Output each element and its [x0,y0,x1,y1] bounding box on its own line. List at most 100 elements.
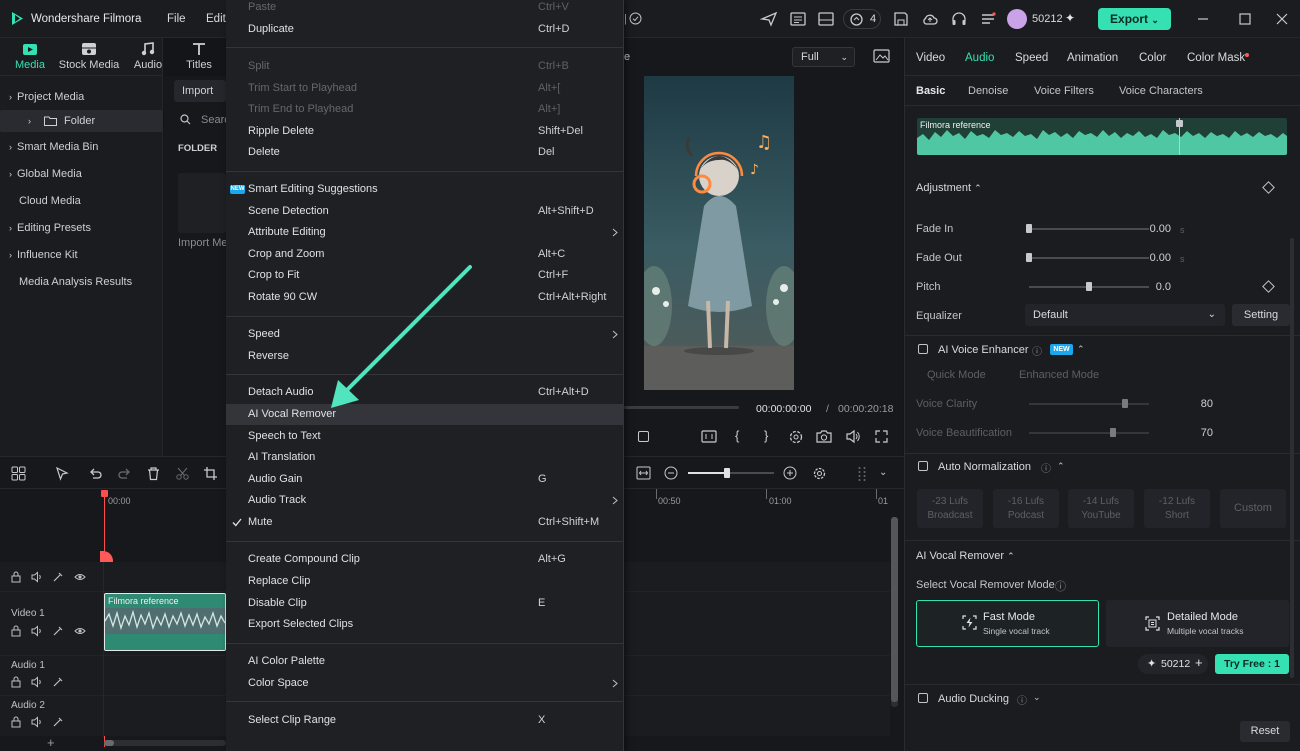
scissors-icon[interactable] [175,466,190,481]
menu-item-smart-editing-suggestions[interactable]: NEW Smart Editing Suggestions [226,179,624,200]
check-circle-icon[interactable] [629,12,642,25]
preset-short[interactable]: -12 Lufs Short [1144,489,1210,528]
tab-media[interactable]: Media [10,42,50,71]
fit-timeline-icon[interactable] [636,466,651,480]
menu-item-mute[interactable]: Mute Ctrl+Shift+M [226,512,624,533]
fade-out-value[interactable]: 0.00 [1141,252,1171,264]
timeline-settings-icon[interactable] [812,466,827,481]
subtab-basic[interactable]: Basic [916,85,945,97]
adjustment-header[interactable]: Adjustment ⌃ [916,182,982,194]
preset-youtube[interactable]: -14 Lufs YouTube [1068,489,1134,528]
menu-item-scene-detection[interactable]: Scene Detection Alt+Shift+D [226,201,624,222]
voice-beautification-slider[interactable] [1029,428,1149,437]
ai-voice-enhancer-checkbox[interactable] [918,344,928,354]
menu-item-select-clip-range[interactable]: Select Clip Range X [226,710,624,731]
track-audio-icon[interactable] [31,625,43,637]
fade-in-slider[interactable] [1026,224,1149,233]
voice-clarity-knob[interactable] [1122,399,1128,408]
menu-edit[interactable]: Edit [206,13,226,25]
track-audio-icon[interactable] [31,716,43,728]
tab-color-mask[interactable]: Color Mask [1187,52,1245,64]
track-eye-icon[interactable] [74,625,86,637]
track-effect-icon[interactable] [52,676,64,688]
quality-select[interactable]: Full ⌄ [792,47,855,67]
menu-item-delete[interactable]: Delete Del [226,142,624,163]
tree-influence-kit[interactable]: › Influence Kit [0,244,163,266]
track-audio-icon[interactable] [31,676,43,688]
voice-beautification-knob[interactable] [1110,428,1116,437]
zoom-slider[interactable] [688,468,774,478]
track-effect-icon[interactable] [52,625,64,637]
snapshot-view-icon[interactable] [873,49,890,63]
preset-podcast[interactable]: -16 Lufs Podcast [993,489,1059,528]
collapse-icon[interactable]: ⌃ [1077,344,1085,355]
vertical-scrollbar[interactable] [891,517,898,707]
add-track-icon[interactable]: + [47,735,55,750]
camera-icon[interactable] [816,429,832,444]
zoom-in-icon[interactable] [783,466,797,480]
expand-icon[interactable]: ⌄ [1033,692,1041,703]
audio-waveform[interactable]: Filmora reference [917,118,1287,155]
collapse-icon[interactable]: ⌃ [1057,461,1065,472]
keyframe-icon[interactable] [1262,181,1275,194]
tab-speed[interactable]: Speed [1015,52,1048,64]
track-eye-icon[interactable] [74,571,86,583]
zoom-out-icon[interactable] [664,466,678,480]
menu-item-create-compound-clip[interactable]: Create Compound Clip Alt+G [226,549,624,570]
render-settings-icon[interactable] [788,429,804,445]
grid-layout-icon[interactable] [11,466,26,481]
subtab-denoise[interactable]: Denoise [968,85,1008,97]
preset-broadcast[interactable]: -23 Lufs Broadcast [917,489,983,528]
try-free-button[interactable]: Try Free : 1 [1215,654,1289,674]
save-icon[interactable] [892,10,910,28]
menu-item-ai-color-palette[interactable]: AI Color Palette [226,651,624,672]
volume-icon[interactable] [845,429,861,444]
tab-color[interactable]: Color [1139,52,1166,64]
menu-item-color-space[interactable]: Color Space [226,673,624,694]
import-button[interactable]: Import [174,80,226,102]
fade-out-knob[interactable] [1026,253,1032,262]
track-lock-icon[interactable] [10,716,22,728]
tree-cloud-media[interactable]: Cloud Media [0,190,163,212]
track-lock-icon[interactable] [10,571,22,583]
menu-file[interactable]: File [167,13,186,25]
playhead-handle[interactable] [101,490,108,497]
horizontal-scrollbar[interactable] [104,740,226,746]
quick-mode-tab[interactable]: Quick Mode [927,369,986,381]
send-icon[interactable] [760,10,778,28]
timeline-chevron-down-icon[interactable]: ⌄ [879,467,887,478]
detailed-mode-option[interactable]: Detailed Mode Multiple vocal tracks [1106,600,1289,647]
enhanced-mode-tab[interactable]: Enhanced Mode [1019,369,1099,381]
redo-icon[interactable] [117,466,132,481]
menu-item-audio-gain[interactable]: Audio Gain G [226,469,624,490]
close-icon[interactable] [1273,10,1291,28]
pitch-slider[interactable] [1029,282,1149,291]
help-icon[interactable]: ⓘ [1032,343,1042,358]
help-icon[interactable]: ⓘ [1041,460,1051,475]
layout-icon[interactable] [817,10,835,28]
menu-item-replace-clip[interactable]: Replace Clip [226,571,624,592]
tree-smart-media-bin[interactable]: › Smart Media Bin [0,136,163,158]
mark-out-icon[interactable]: } [764,428,768,443]
maximize-icon[interactable] [1236,10,1254,28]
menu-list-icon[interactable] [979,10,997,28]
fullscreen-icon[interactable] [874,429,889,444]
select-tool-icon[interactable] [55,466,70,481]
fade-out-slider[interactable] [1026,253,1149,262]
voice-clarity-slider[interactable] [1029,399,1149,408]
undo-history-button[interactable]: 4 [843,9,881,29]
audio-ducking-checkbox[interactable] [918,693,928,703]
tab-titles-button[interactable]: Titles [184,42,214,71]
menu-item-speech-to-text[interactable]: Speech to Text [226,426,624,447]
auto-normalization-checkbox[interactable] [918,461,928,471]
pitch-keyframe-icon[interactable] [1262,280,1275,293]
cloud-upload-icon[interactable] [921,10,939,28]
tree-editing-presets[interactable]: › Editing Presets [0,217,163,239]
stop-icon[interactable] [638,431,649,442]
menu-item-duplicate[interactable]: Duplicate Ctrl+D [226,19,624,40]
tab-audio[interactable]: Audio [130,42,166,71]
reset-button[interactable]: Reset [1240,721,1290,742]
subtab-voice-characters[interactable]: Voice Characters [1119,85,1203,97]
search-input[interactable]: Search [201,114,226,126]
undo-icon[interactable] [88,466,103,481]
